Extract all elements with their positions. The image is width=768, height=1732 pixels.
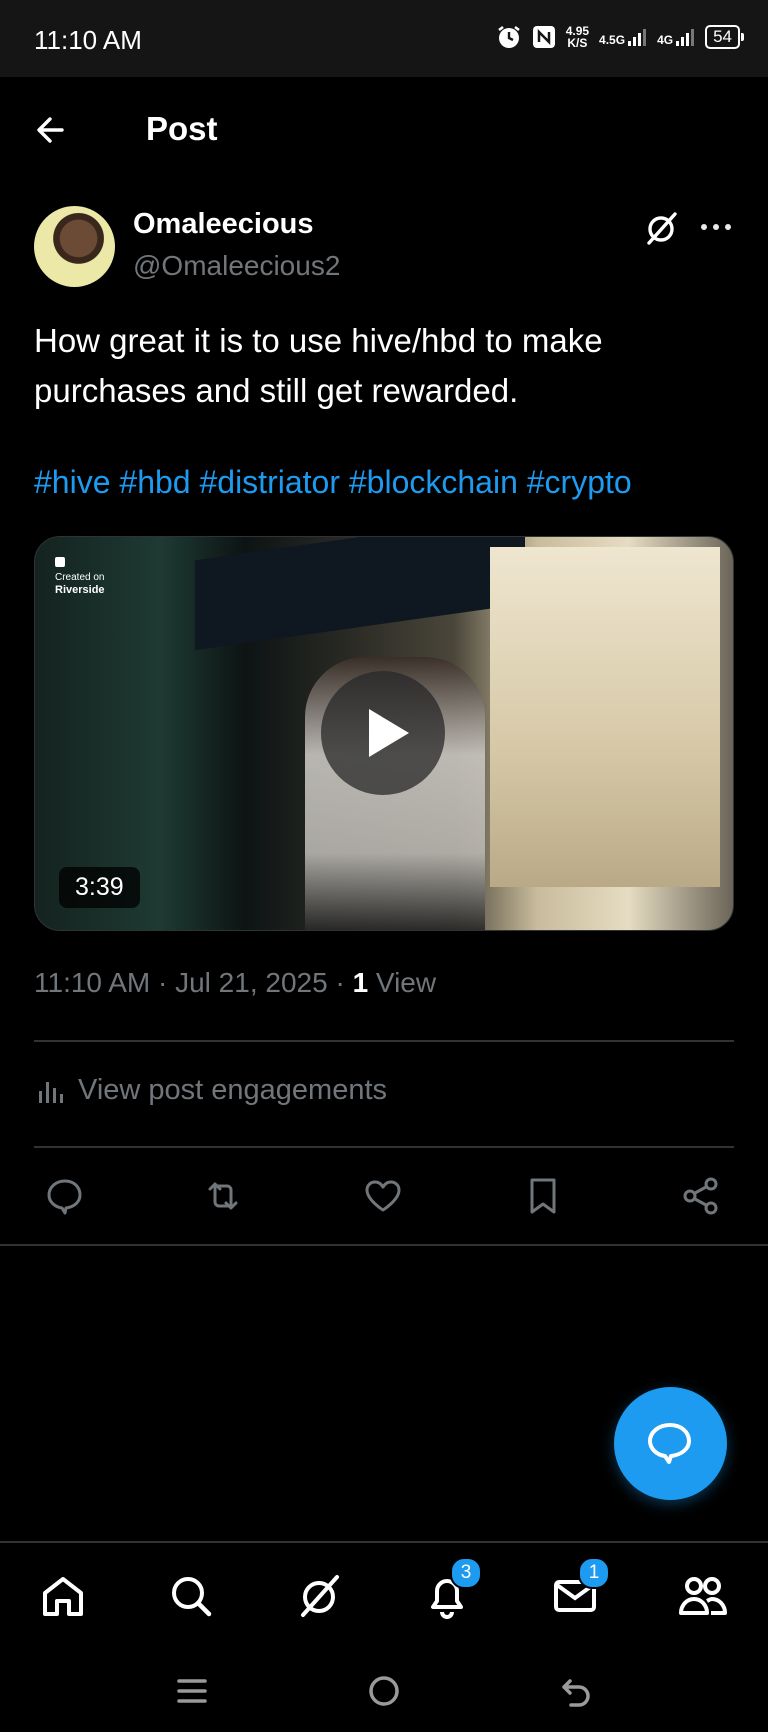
engagements-label: View post engagements (78, 1074, 388, 1106)
grok-button[interactable] (641, 208, 681, 248)
reply-fab-button[interactable] (614, 1387, 727, 1500)
reply-icon (47, 1179, 82, 1215)
like-icon (365, 1180, 401, 1212)
post-meta: 11:10 AM · Jul 21, 2025 · 1 View (34, 967, 436, 999)
video-frame-shape (195, 537, 525, 651)
reply-button[interactable] (44, 1175, 86, 1217)
post-timestamp: 11:10 AM · Jul 21, 2025 · (34, 967, 353, 998)
back-icon (562, 1679, 590, 1707)
divider (0, 1244, 768, 1246)
hashtags: #hive #hbd #distriator #blockchain #cryp… (34, 464, 754, 501)
grok-icon (647, 212, 677, 245)
battery-indicator: 54 (705, 25, 744, 49)
video-frame-shape (490, 547, 720, 887)
play-button[interactable] (321, 671, 445, 795)
back-button[interactable] (32, 110, 72, 150)
more-options-button[interactable] (698, 212, 734, 242)
author-name[interactable]: Omaleecious (133, 208, 314, 241)
signal-strength-1: 4.5G (599, 27, 647, 47)
view-engagements-button[interactable]: View post engagements (36, 1074, 387, 1107)
repost-button[interactable] (202, 1175, 244, 1217)
status-icons: 4.95 K/S 4.5G 4G 54 (496, 24, 744, 50)
reply-plus-icon (648, 1423, 691, 1464)
grok-icon (301, 1575, 339, 1617)
menu-icon (177, 1679, 207, 1703)
hashtag-link[interactable]: #blockchain (349, 464, 518, 500)
arrow-left-icon (37, 117, 64, 143)
divider (34, 1040, 734, 1042)
avatar[interactable] (34, 206, 115, 287)
share-button[interactable] (680, 1175, 722, 1217)
nav-search[interactable] (166, 1571, 216, 1621)
home-icon (43, 1577, 83, 1616)
video-duration: 3:39 (59, 867, 140, 908)
post-text: How great it is to use hive/hbd to make … (34, 322, 603, 409)
nav-communities[interactable] (678, 1571, 728, 1621)
analytics-icon (39, 1081, 63, 1103)
nfc-icon (532, 25, 556, 49)
notifications-badge: 3 (450, 1557, 482, 1589)
action-bar (40, 1175, 740, 1215)
nav-grok[interactable] (294, 1571, 344, 1621)
recent-apps-button[interactable] (172, 1671, 212, 1711)
network-speed: 4.95 K/S (565, 24, 590, 50)
author-handle[interactable]: @Omaleecious2 (133, 250, 340, 282)
signal-strength-2: 4G (657, 27, 695, 47)
hashtag-link[interactable]: #crypto (527, 464, 632, 500)
bookmark-icon (530, 1178, 556, 1214)
alarm-icon (496, 24, 522, 50)
like-button[interactable] (362, 1175, 404, 1217)
hashtag-link[interactable]: #hbd (119, 464, 190, 500)
hashtag-link[interactable]: #distriator (199, 464, 340, 500)
bookmark-button[interactable] (522, 1175, 564, 1217)
messages-badge: 1 (578, 1557, 610, 1589)
repost-icon (208, 1182, 238, 1210)
communities-icon (679, 1577, 727, 1615)
view-label: View (368, 967, 437, 998)
video-watermark: Created on Riverside (55, 557, 105, 597)
system-navigation (0, 1649, 768, 1732)
bottom-navigation: 3 1 (0, 1541, 768, 1651)
search-icon (172, 1577, 212, 1617)
share-icon (683, 1177, 718, 1215)
hashtag-link[interactable]: #hive (34, 464, 111, 500)
nav-home[interactable] (38, 1571, 88, 1621)
page-title: Post (146, 110, 218, 147)
video-player[interactable]: Created on Riverside 3:39 (34, 536, 734, 931)
divider (34, 1146, 734, 1148)
back-system-button[interactable] (556, 1671, 596, 1711)
play-icon (369, 709, 409, 757)
home-system-button[interactable] (364, 1671, 404, 1711)
more-horizontal-icon (701, 224, 731, 230)
circle-icon (369, 1676, 399, 1706)
status-time: 11:10 AM (34, 25, 142, 55)
view-count: 1 (352, 967, 369, 998)
riverside-logo-icon (55, 557, 65, 567)
